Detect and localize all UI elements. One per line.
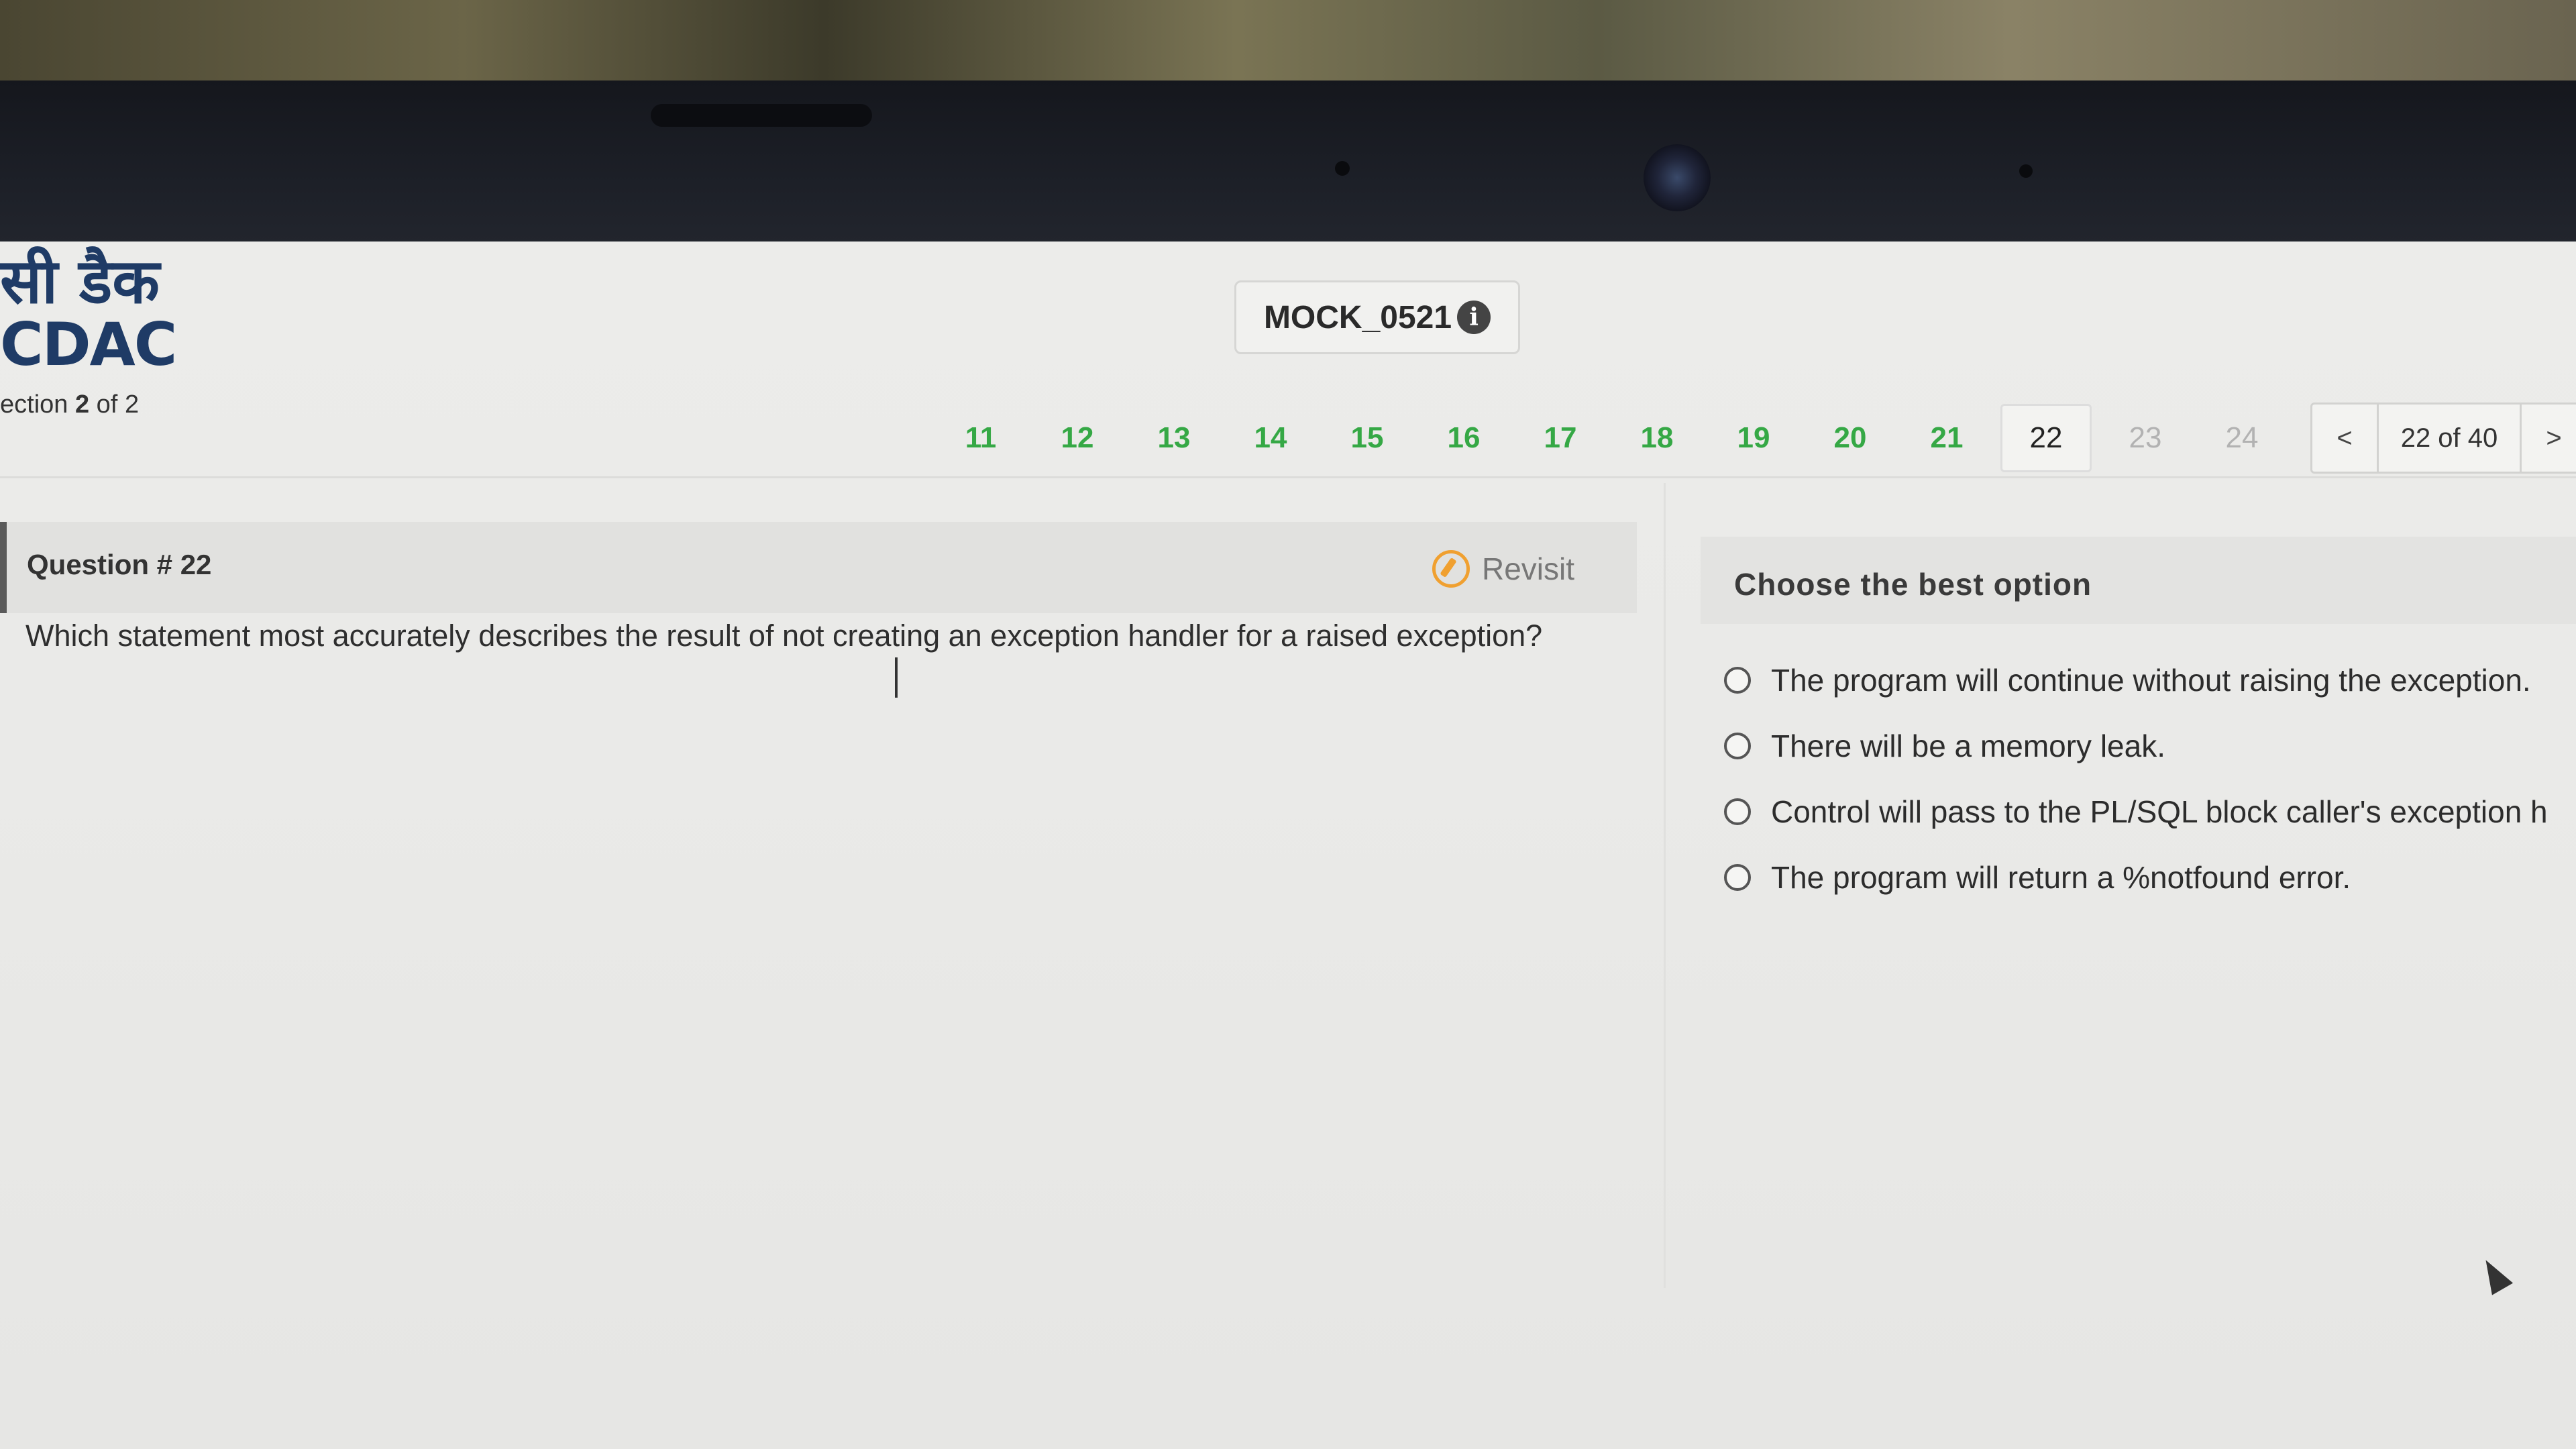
info-icon[interactable]: i: [1457, 301, 1491, 334]
panel-divider: [1664, 483, 1666, 1288]
radio-button[interactable]: [1724, 864, 1751, 891]
test-id-badge: MOCK_0521 i: [1234, 280, 1520, 354]
question-nav-item[interactable]: 12: [1029, 421, 1126, 455]
question-count: 22 of 40: [2377, 405, 2522, 472]
question-nav-item[interactable]: 24: [2194, 421, 2290, 455]
question-nav-item[interactable]: 13: [1126, 421, 1222, 455]
question-nav-item[interactable]: 16: [1415, 421, 1512, 455]
radio-button[interactable]: [1724, 667, 1751, 694]
pager: < 22 of 40 >: [2310, 402, 2576, 474]
question-navigator: 11 12 13 14 15 16 17 18 19 20 21 22 23 2…: [932, 401, 2576, 475]
option-item[interactable]: There will be a memory leak.: [1724, 713, 2576, 779]
option-item[interactable]: Control will pass to the PL/SQL block ca…: [1724, 779, 2576, 845]
webcam-icon: [1644, 144, 1711, 211]
radio-button[interactable]: [1724, 733, 1751, 759]
question-nav-item[interactable]: 14: [1222, 421, 1319, 455]
question-nav-item[interactable]: 20: [1802, 421, 1898, 455]
exam-screen: सी डैक CDAC ection 2 of 2 MOCK_0521 i 11…: [0, 241, 2576, 1449]
question-nav-item[interactable]: 23: [2097, 421, 2194, 455]
options-header: Choose the best option: [1701, 537, 2576, 624]
logo-hindi-text: सी डैक: [0, 246, 160, 317]
section-separator: of: [96, 390, 118, 419]
option-label: Control will pass to the PL/SQL block ca…: [1771, 794, 2548, 829]
cdac-logo: सी डैक CDAC: [0, 246, 177, 379]
laptop-bezel: [0, 80, 2576, 255]
section-indicator: ection 2 of 2: [0, 390, 139, 419]
question-title: Question # 22: [27, 549, 212, 580]
next-question-button[interactable]: >: [2522, 423, 2576, 453]
text-cursor-icon: [895, 657, 898, 698]
bezel-slot: [651, 104, 872, 127]
logo-latin-text: CDAC: [0, 310, 177, 379]
revisit-icon: [1432, 550, 1470, 588]
question-nav-item[interactable]: 19: [1705, 421, 1802, 455]
section-total: 2: [124, 390, 140, 419]
header-divider: [0, 476, 2576, 478]
option-item[interactable]: The program will continue without raisin…: [1724, 647, 2576, 713]
sensor-dot: [1335, 161, 1350, 176]
question-nav-current[interactable]: 22: [2000, 404, 2092, 472]
option-label: The program will return a %notfound erro…: [1771, 860, 2351, 895]
question-nav-item[interactable]: 11: [932, 421, 1029, 455]
question-text: Which statement most accurately describe…: [25, 619, 1543, 653]
section-current: 2: [74, 390, 90, 419]
prev-question-button[interactable]: <: [2312, 423, 2377, 453]
question-nav-item[interactable]: 18: [1609, 421, 1705, 455]
option-label: There will be a memory leak.: [1771, 729, 2165, 763]
revisit-button[interactable]: Revisit: [1432, 550, 1574, 588]
question-nav-item[interactable]: 15: [1319, 421, 1415, 455]
option-label: The program will continue without raisin…: [1771, 663, 2531, 698]
revisit-label: Revisit: [1482, 551, 1575, 586]
mouse-cursor-icon: [2475, 1254, 2514, 1295]
radio-button[interactable]: [1724, 798, 1751, 825]
options-title: Choose the best option: [1734, 567, 2092, 602]
section-prefix: ection: [0, 390, 68, 419]
sensor-dot: [2019, 164, 2033, 178]
question-nav-item[interactable]: 21: [1898, 421, 1995, 455]
option-item[interactable]: The program will return a %notfound erro…: [1724, 845, 2576, 910]
question-header: Question # 22 Revisit: [0, 522, 1637, 613]
background-room: [0, 0, 2576, 94]
options-list: The program will continue without raisin…: [1724, 647, 2576, 910]
question-nav-item[interactable]: 17: [1512, 421, 1609, 455]
test-id-text: MOCK_0521: [1263, 299, 1452, 335]
